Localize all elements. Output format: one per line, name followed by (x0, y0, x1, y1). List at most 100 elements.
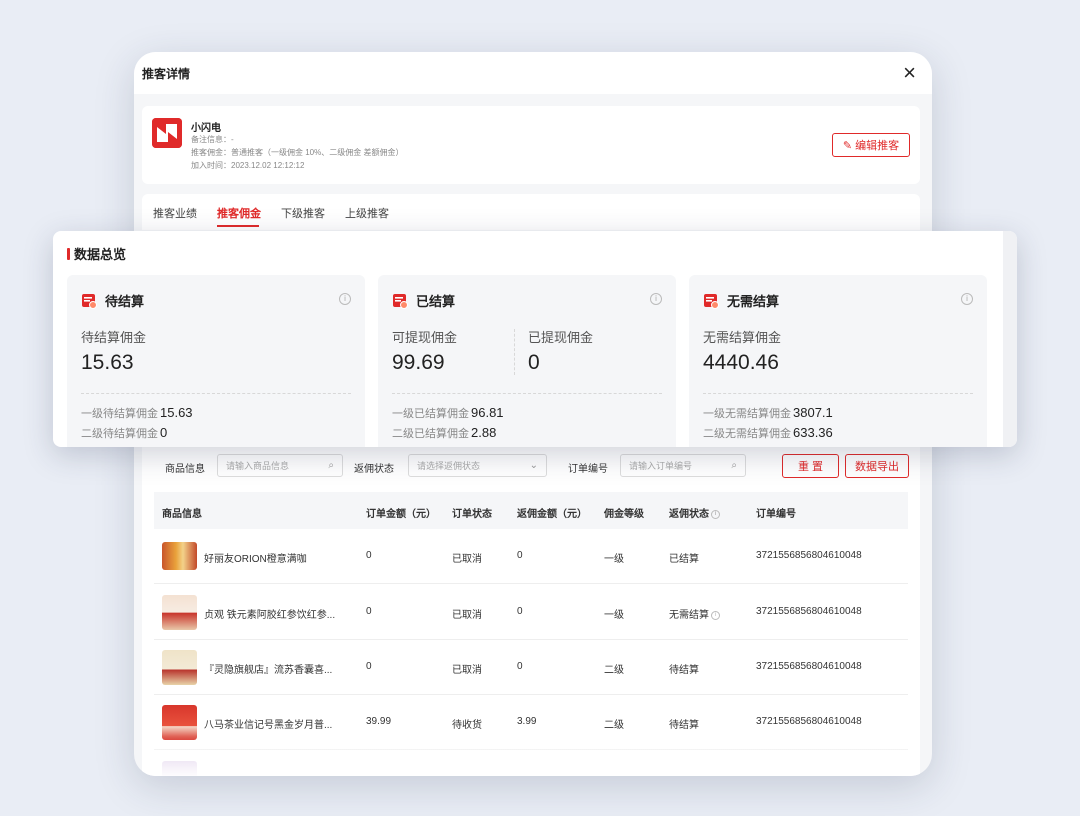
col-amount: 订单金额（元） (366, 509, 436, 520)
product-name: 贞观 铁元素阿胶红参饮红参... (204, 610, 336, 621)
order-status: 已取消 (452, 665, 482, 676)
commission-level: 二级 (604, 665, 624, 676)
info-icon[interactable]: i (650, 293, 662, 305)
table-row[interactable]: 好丽友ORION橙意满咖 0 已取消 0 一级 已结算 372155685680… (154, 529, 908, 584)
row-label: 二级已结算佣金 (392, 428, 469, 440)
row-value: 3807.1 (793, 405, 833, 420)
order-amount: 0 (366, 661, 372, 672)
rebate-status: 已结算 (669, 554, 699, 565)
overview-title-text: 数据总览 (74, 247, 127, 262)
product-thumbnail (162, 595, 197, 630)
info-icon[interactable]: i (339, 293, 351, 305)
no-settlement-label: 无需结算佣金 (703, 330, 782, 345)
info-icon[interactable]: i (711, 610, 720, 620)
export-button[interactable]: 数据导出 (845, 454, 909, 478)
row-value: 0 (160, 425, 168, 440)
active-tab-indicator (217, 225, 259, 227)
row-label: 一级已结算佣金 (392, 408, 469, 420)
pending-commission-label: 待结算佣金 (81, 330, 147, 345)
product-search-placeholder: 请输入商品信息 (226, 461, 290, 471)
rebate-amount: 0 (517, 606, 523, 617)
order-status: 已取消 (452, 554, 482, 565)
withdrawable-label: 可提现佣金 (392, 330, 458, 345)
order-number: 3721556856804610048 (756, 550, 862, 561)
table-row[interactable]: 贞观 铁元素阿胶红参饮红参... 0 已取消 0 一级 无需结算 i 372155… (154, 585, 908, 640)
card-title: 无需结算 (727, 294, 780, 309)
level2-no-settlement-row: 二级无需结算佣金 633.36 (703, 425, 833, 441)
lightning-logo-icon (152, 118, 182, 148)
order-amount: 0 (366, 550, 372, 561)
divider (703, 393, 973, 394)
tab-commission[interactable]: 推客佣金 (217, 205, 261, 221)
reset-button[interactable]: 重 置 (782, 454, 839, 478)
title-accent-bar (67, 247, 70, 260)
level1-no-settlement-row: 一级无需结算佣金 3807.1 (703, 405, 833, 421)
status-filter-label: 返佣状态 (354, 464, 394, 475)
product-thumbnail (162, 705, 197, 740)
order-number: 3721556856804610048 (756, 716, 862, 727)
no-settlement-value: 4440.46 (703, 351, 779, 374)
scroll-fade (142, 736, 920, 776)
modal-header: 推客详情 × (134, 52, 932, 94)
rebate-status-text: 无需结算 (669, 610, 709, 621)
rebate-status: 待结算 (669, 665, 699, 676)
product-search-input[interactable]: 请输入商品信息 ⌕ (217, 454, 343, 477)
panel-scrollbar[interactable] (1003, 231, 1017, 447)
row-label: 二级无需结算佣金 (703, 428, 791, 440)
product-thumbnail (162, 650, 197, 685)
order-status: 已取消 (452, 610, 482, 621)
commission-level: 一级 (604, 610, 624, 621)
data-overview-panel: 数据总览 待结算 i 待结算佣金 15.63 一级待结算佣金 15.63 二级待结… (53, 231, 1017, 447)
rebate-status-placeholder: 请选择返佣状态 (417, 461, 481, 471)
no-settlement-wallet-icon (704, 293, 719, 309)
row-label: 一级无需结算佣金 (703, 408, 791, 420)
card-title: 已结算 (416, 294, 456, 309)
col-rebate-status: 返佣状态 i (669, 505, 720, 520)
withdrawn-value: 0 (528, 351, 540, 374)
profile-card: 小闪电 备注信息：- 推客佣金：普通推客（一级佣金 10%、二级佣金 差额佣金）… (142, 106, 920, 184)
modal-title: 推客详情 (142, 66, 191, 81)
withdrawn-label: 已提现佣金 (528, 330, 594, 345)
settled-wallet-icon (393, 293, 408, 309)
divider (392, 393, 662, 394)
row-value: 2.88 (471, 425, 497, 440)
pencil-icon: ✎ (842, 139, 853, 152)
vertical-divider (514, 329, 515, 375)
close-icon[interactable]: × (903, 62, 916, 84)
tab-performance[interactable]: 推客业绩 (153, 205, 197, 221)
chevron-down-icon: ⌄ (529, 460, 538, 471)
col-product: 商品信息 (162, 509, 202, 520)
card-header: 待结算 (81, 291, 144, 310)
search-icon: ⌕ (731, 460, 737, 471)
order-number: 3721556856804610048 (756, 661, 862, 672)
level1-settled-row: 一级已结算佣金 96.81 (392, 405, 504, 421)
edit-promoter-button[interactable]: ✎ 编辑推客 (832, 133, 910, 157)
settled-card: 已结算 i 可提现佣金 已提现佣金 99.69 0 一级已结算佣金 96.81 二… (378, 275, 676, 447)
info-icon[interactable]: i (711, 509, 720, 519)
order-search-placeholder: 请输入订单编号 (629, 461, 693, 471)
col-order-no: 订单编号 (756, 509, 796, 520)
withdrawable-value: 99.69 (392, 351, 445, 374)
pending-settlement-card: 待结算 i 待结算佣金 15.63 一级待结算佣金 15.63 二级待结算佣金 0 (67, 275, 365, 447)
overview-title: 数据总览 (67, 244, 126, 263)
col-status: 订单状态 (452, 509, 492, 520)
profile-joined: 加入时间：2023.12.02 12:12:12 (191, 161, 305, 170)
tab-superiors[interactable]: 上级推客 (345, 205, 389, 221)
row-value: 15.63 (160, 405, 193, 420)
product-thumbnail (162, 542, 197, 570)
tab-subordinates[interactable]: 下级推客 (281, 205, 325, 221)
table-row[interactable]: 『灵隐旗舰店』流苏香囊喜... 0 已取消 0 二级 待结算 372155685… (154, 640, 908, 695)
product-name: 好丽友ORION橙意满咖 (204, 554, 307, 565)
table-header: 商品信息 订单金额（元） 订单状态 返佣金额（元） 佣金等级 返佣状态 i 订单编… (154, 492, 908, 529)
card-title: 待结算 (105, 294, 145, 309)
card-header: 已结算 (392, 291, 455, 310)
col-level: 佣金等级 (604, 509, 644, 520)
order-search-input[interactable]: 请输入订单编号 ⌕ (620, 454, 746, 477)
promoter-logo (152, 118, 182, 148)
info-icon[interactable]: i (961, 293, 973, 305)
order-number: 3721556856804610048 (756, 606, 862, 617)
row-label: 二级待结算佣金 (81, 428, 158, 440)
row-value: 96.81 (471, 405, 504, 420)
rebate-status-select[interactable]: 请选择返佣状态 ⌄ (408, 454, 547, 477)
order-filter-label: 订单编号 (568, 464, 608, 475)
